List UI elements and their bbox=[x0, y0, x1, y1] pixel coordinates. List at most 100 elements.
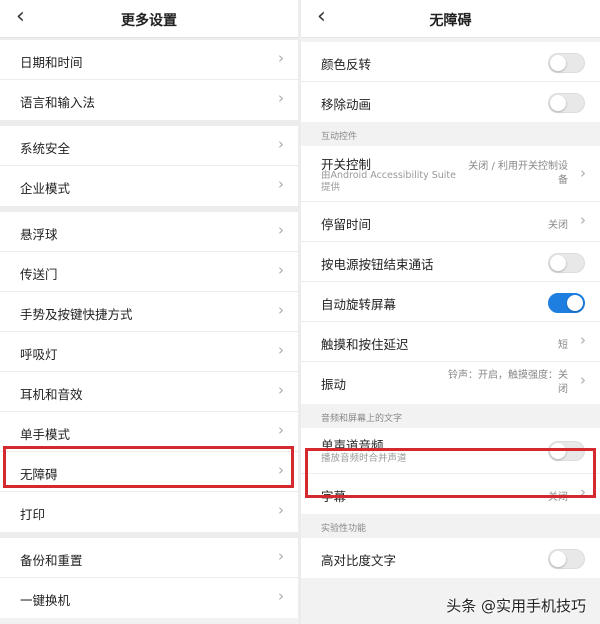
row-value: 短 bbox=[558, 340, 568, 351]
row-subtitle: 由Android Accessibility Suite提供 bbox=[321, 170, 456, 193]
toggle-knob bbox=[550, 55, 566, 71]
vibration-row[interactable]: 振动 铃声：开启，触摸强度：关闭 › bbox=[301, 362, 600, 404]
watermark: 头条 @实用手机技巧 bbox=[446, 597, 586, 615]
switch-control-row[interactable]: 开关控制 由Android Accessibility Suite提供 关闭 /… bbox=[301, 146, 600, 202]
settings-item-label: 日期和时间 bbox=[20, 55, 83, 70]
settings-group: 备份和重置 › 一键换机 › bbox=[0, 538, 298, 618]
settings-item[interactable]: 手势及按键快捷方式 › bbox=[0, 292, 298, 332]
settings-group: 悬浮球 › 传送门 › 手势及按键快捷方式 › 呼吸灯 › 耳机和音效 › 单手模式 › 无障碍 › 打印 › bbox=[0, 212, 298, 532]
settings-item-label: 手势及按键快捷方式 bbox=[20, 307, 133, 322]
settings-item[interactable]: 语言和输入法 › bbox=[0, 80, 298, 120]
settings-item[interactable]: 打印 › bbox=[0, 492, 298, 532]
chevron-right-icon: › bbox=[278, 461, 284, 479]
row-label: 移除动画 bbox=[321, 97, 372, 112]
high-contrast-toggle[interactable] bbox=[548, 549, 585, 569]
settings-item[interactable]: 一键换机 › bbox=[0, 578, 298, 618]
settings-item-label: 系统安全 bbox=[20, 141, 71, 156]
row-label: 触摸和按住延迟 bbox=[321, 337, 409, 352]
settings-item[interactable]: 传送门 › bbox=[0, 252, 298, 292]
remove-animations-toggle[interactable] bbox=[548, 93, 585, 113]
auto-rotate-toggle[interactable] bbox=[548, 293, 585, 313]
high-contrast-text-row[interactable]: 高对比度文字 bbox=[301, 538, 600, 578]
settings-item-label: 无障碍 bbox=[20, 467, 58, 482]
row-value: 关闭 / 利用开关控制设备 bbox=[468, 161, 568, 186]
chevron-right-icon: › bbox=[278, 49, 284, 67]
chevron-right-icon: › bbox=[580, 371, 586, 389]
chevron-right-icon: › bbox=[278, 301, 284, 319]
mono-audio-row[interactable]: 单声道音频 播放音频时合并声道 bbox=[301, 428, 600, 474]
accessibility-panel: ‹ 无障碍 颜色反转 移除动画 互动控件 开关控制 由Android Acces… bbox=[301, 0, 600, 624]
toggle-knob bbox=[550, 443, 566, 459]
section-header: 实验性功能 bbox=[301, 514, 600, 538]
settings-item-label: 打印 bbox=[20, 507, 46, 522]
page-title: 更多设置 bbox=[121, 13, 177, 29]
header: ‹ 更多设置 bbox=[0, 0, 298, 38]
color-inversion-toggle[interactable] bbox=[548, 53, 585, 73]
row-label: 振动 bbox=[321, 377, 347, 392]
header: ‹ 无障碍 bbox=[301, 0, 600, 38]
row-label: 单声道音频 bbox=[321, 438, 384, 453]
chevron-right-icon: › bbox=[278, 587, 284, 605]
touch-hold-delay-row[interactable]: 触摸和按住延迟 短 › bbox=[301, 322, 600, 362]
settings-item-label: 耳机和音效 bbox=[20, 387, 83, 402]
section-header: 互动控件 bbox=[301, 122, 600, 146]
audio-group: 单声道音频 播放音频时合并声道 字幕 关闭 › bbox=[301, 428, 600, 514]
settings-item[interactable]: 企业模式 › bbox=[0, 166, 298, 206]
more-settings-panel: ‹ 更多设置 日期和时间 › 语言和输入法 › 系统安全 › 企业模式 › 悬浮球 › 传送门 › 手势… bbox=[0, 0, 298, 624]
chevron-right-icon: › bbox=[580, 164, 586, 182]
settings-item[interactable]: 备份和重置 › bbox=[0, 538, 298, 578]
captions-row[interactable]: 字幕 关闭 › bbox=[301, 474, 600, 514]
chevron-right-icon: › bbox=[580, 483, 586, 501]
section-title: 互动控件 bbox=[321, 132, 358, 142]
row-label: 高对比度文字 bbox=[321, 553, 397, 568]
experimental-group: 高对比度文字 bbox=[301, 538, 600, 578]
settings-item-label: 企业模式 bbox=[20, 181, 71, 196]
row-value: 关闭 bbox=[548, 220, 568, 231]
mono-audio-toggle[interactable] bbox=[548, 441, 585, 461]
settings-list: 日期和时间 › 语言和输入法 › 系统安全 › 企业模式 › 悬浮球 › 传送门 › 手势及按键快捷方式… bbox=[0, 38, 298, 618]
chevron-right-icon: › bbox=[278, 135, 284, 153]
settings-item[interactable]: 悬浮球 › bbox=[0, 212, 298, 252]
toggle-knob bbox=[550, 551, 566, 567]
chevron-right-icon: › bbox=[278, 421, 284, 439]
power-button-end-call-toggle[interactable] bbox=[548, 253, 585, 273]
section-title: 实验性功能 bbox=[321, 524, 367, 534]
row-label: 颜色反转 bbox=[321, 57, 372, 72]
row-subtitle: 播放音频时合并声道 bbox=[321, 453, 407, 464]
settings-item[interactable]: 耳机和音效 › bbox=[0, 372, 298, 412]
chevron-right-icon: › bbox=[278, 261, 284, 279]
settings-item[interactable]: 无障碍 › bbox=[0, 452, 298, 492]
section-title: 音频和屏幕上的文字 bbox=[321, 414, 403, 424]
chevron-right-icon: › bbox=[580, 211, 586, 229]
settings-item[interactable]: 单手模式 › bbox=[0, 412, 298, 452]
chevron-right-icon: › bbox=[278, 341, 284, 359]
row-value: 关闭 bbox=[548, 492, 568, 503]
settings-item-label: 悬浮球 bbox=[20, 227, 58, 242]
power-button-end-call-row[interactable]: 按电源按钮结束通话 bbox=[301, 242, 600, 282]
settings-item[interactable]: 日期和时间 › bbox=[0, 40, 298, 80]
toggle-knob bbox=[567, 295, 583, 311]
chevron-right-icon: › bbox=[278, 89, 284, 107]
chevron-right-icon: › bbox=[278, 501, 284, 519]
toggle-knob bbox=[550, 95, 566, 111]
auto-rotate-row[interactable]: 自动旋转屏幕 bbox=[301, 282, 600, 322]
chevron-right-icon: › bbox=[580, 331, 586, 349]
toggle-knob bbox=[550, 255, 566, 271]
chevron-right-icon: › bbox=[278, 547, 284, 565]
settings-item-label: 备份和重置 bbox=[20, 553, 83, 568]
color-inversion-row[interactable]: 颜色反转 bbox=[301, 42, 600, 82]
settings-item-label: 呼吸灯 bbox=[20, 347, 58, 362]
settings-item-label: 一键换机 bbox=[20, 593, 71, 608]
chevron-right-icon: › bbox=[278, 221, 284, 239]
section-header: 音频和屏幕上的文字 bbox=[301, 404, 600, 428]
display-group: 颜色反转 移除动画 bbox=[301, 42, 600, 122]
row-value: 铃声：开启，触摸强度：关闭 bbox=[448, 370, 568, 395]
remove-animations-row[interactable]: 移除动画 bbox=[301, 82, 600, 122]
settings-group: 系统安全 › 企业模式 › bbox=[0, 126, 298, 206]
dwell-time-row[interactable]: 停留时间 关闭 › bbox=[301, 202, 600, 242]
row-label: 按电源按钮结束通话 bbox=[321, 257, 434, 272]
chevron-right-icon: › bbox=[278, 381, 284, 399]
row-label: 停留时间 bbox=[321, 217, 372, 232]
settings-item[interactable]: 系统安全 › bbox=[0, 126, 298, 166]
settings-item[interactable]: 呼吸灯 › bbox=[0, 332, 298, 372]
